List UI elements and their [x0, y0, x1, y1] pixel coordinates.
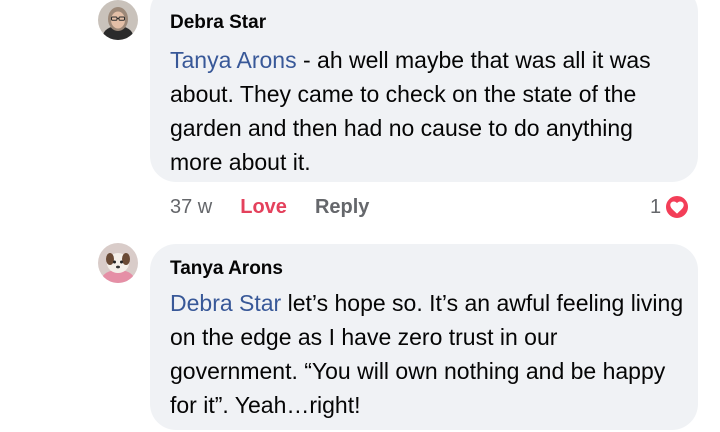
comment-author[interactable]: Tanya Arons: [170, 258, 283, 280]
heart-icon: [664, 194, 691, 220]
mention-link[interactable]: Debra Star: [170, 290, 281, 316]
comment-bubble: Debra Star Tanya Arons - ah well maybe t…: [150, 0, 698, 182]
mention-link[interactable]: Tanya Arons: [170, 47, 297, 73]
comment-author[interactable]: Debra Star: [170, 12, 266, 34]
comment-text: Debra Star let’s hope so. It’s an awful …: [170, 286, 690, 422]
reply-button[interactable]: Reply: [315, 196, 369, 219]
avatar-photo: [98, 0, 138, 40]
comment-text: Tanya Arons - ah well maybe that was all…: [170, 43, 690, 179]
reaction-summary[interactable]: 1: [650, 193, 691, 221]
avatar-photo: [98, 243, 138, 283]
comment-bubble: Tanya Arons Debra Star let’s hope so. It…: [150, 244, 698, 430]
comment-actions: 37 w Love Reply: [170, 193, 369, 221]
avatar[interactable]: [98, 243, 138, 283]
comment-timestamp[interactable]: 37 w: [170, 196, 212, 219]
avatar[interactable]: [98, 0, 138, 40]
reaction-count: 1: [650, 195, 662, 218]
love-button[interactable]: Love: [240, 196, 287, 219]
comment-thread: Debra Star Tanya Arons - ah well maybe t…: [0, 0, 720, 432]
